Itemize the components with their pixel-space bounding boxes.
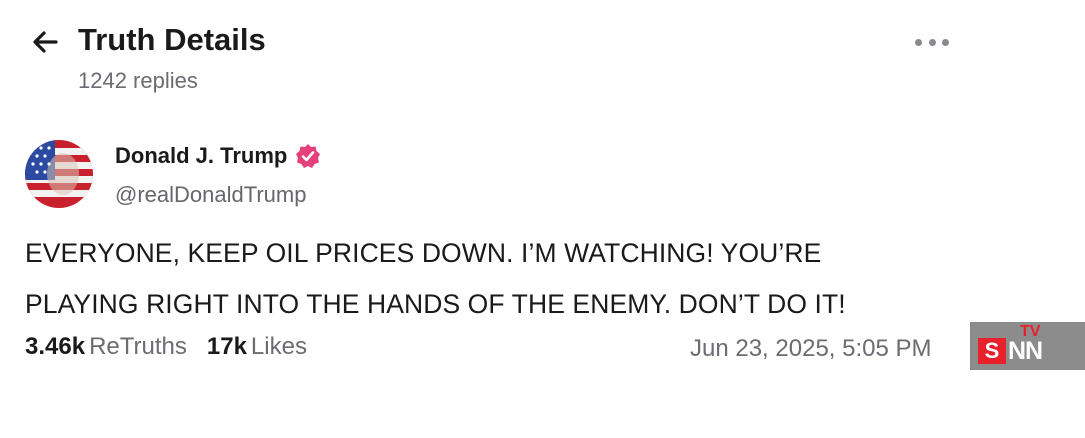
avatar[interactable]	[25, 140, 93, 208]
verified-badge-icon	[296, 144, 321, 168]
likes-count: 17k	[206, 333, 247, 360]
more-options-icon[interactable]	[915, 28, 949, 56]
retruths-count: 3.46k	[25, 333, 86, 360]
post-text: EVERYONE, KEEP OIL PRICES DOWN. I’M WATC…	[25, 228, 1025, 330]
back-arrow-icon[interactable]	[30, 26, 62, 58]
post-timestamp: Jun 23, 2025, 5:05 PM	[690, 335, 932, 362]
retruths-label: ReTruths	[89, 333, 187, 360]
channel-watermark-logo: TV S NN	[970, 322, 1085, 370]
author-name[interactable]: Donald J. Trump	[115, 143, 287, 169]
post-author: Donald J. Trump @realDonaldTrump	[25, 140, 625, 210]
page-title: Truth Details	[78, 22, 266, 57]
reply-count: 1242 replies	[78, 68, 198, 93]
watermark-s: S	[978, 338, 1006, 364]
likes-stat[interactable]: 17k Likes	[207, 333, 307, 361]
page-header: Truth Details 1242 replies	[30, 20, 1055, 100]
retruths-stat[interactable]: 3.46k ReTruths	[25, 333, 187, 361]
post-stats: 3.46k ReTruths 17k Likes	[25, 333, 327, 361]
post-text-line: EVERYONE, KEEP OIL PRICES DOWN. I’M WATC…	[25, 238, 822, 268]
post-text-line: PLAYING RIGHT INTO THE HANDS OF THE ENEM…	[25, 289, 846, 319]
likes-label: Likes	[250, 333, 307, 360]
author-handle[interactable]: @realDonaldTrump	[115, 182, 306, 208]
watermark-nn: NN	[1008, 337, 1043, 365]
